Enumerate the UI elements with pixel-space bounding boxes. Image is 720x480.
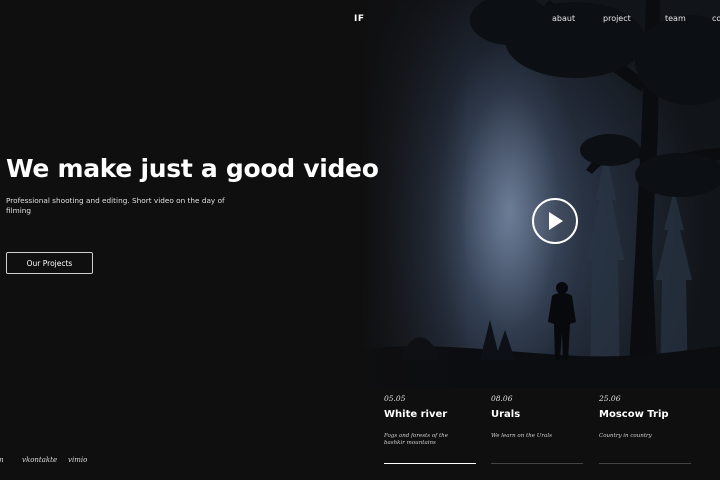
- project-description: Country in country: [599, 433, 652, 439]
- project-card-moscow-trip[interactable]: 25.06 Moscow Trip Country in country: [599, 388, 699, 480]
- forest-silhouette: [360, 0, 720, 388]
- social-link-vimio[interactable]: vimio: [68, 456, 87, 464]
- nav-item-team[interactable]: team: [665, 14, 686, 23]
- main-nav: abaut project team co: [552, 14, 720, 28]
- hero-video-background: [360, 0, 720, 388]
- nav-item-about[interactable]: abaut: [552, 14, 575, 23]
- project-title: Urals: [491, 409, 521, 420]
- nav-item-project[interactable]: project: [603, 14, 631, 23]
- project-indicator: [491, 463, 583, 464]
- project-indicator: [384, 463, 476, 464]
- project-date: 05.05: [384, 394, 406, 403]
- project-card-urals[interactable]: 08.06 Urals We learn on the Urals: [491, 388, 587, 480]
- project-list: 05.05 White river Fogs and forests of th…: [362, 388, 720, 480]
- hero-subtitle: Professional shooting and editing. Short…: [6, 196, 225, 215]
- play-icon: [549, 212, 563, 230]
- site-logo[interactable]: IF: [354, 14, 365, 24]
- project-description: Fogs and forests of the bashkir mountain…: [384, 433, 448, 446]
- project-title: White river: [384, 409, 448, 420]
- project-title: Moscow Trip: [599, 409, 669, 420]
- project-description: We learn on the Urals: [491, 433, 552, 439]
- project-indicator: [599, 463, 691, 464]
- social-link-partial[interactable]: m: [0, 456, 4, 464]
- project-date: 25.06: [599, 394, 621, 403]
- social-link-vkontakte[interactable]: vkontakte: [22, 456, 57, 464]
- hero-title: We make just a good video: [6, 154, 379, 183]
- our-projects-button[interactable]: Our Projects: [6, 252, 93, 274]
- project-date: 08.06: [491, 394, 513, 403]
- play-video-button[interactable]: [532, 198, 578, 244]
- nav-item-contacts[interactable]: co: [712, 14, 720, 23]
- project-card-white-river[interactable]: 05.05 White river Fogs and forests of th…: [384, 388, 480, 480]
